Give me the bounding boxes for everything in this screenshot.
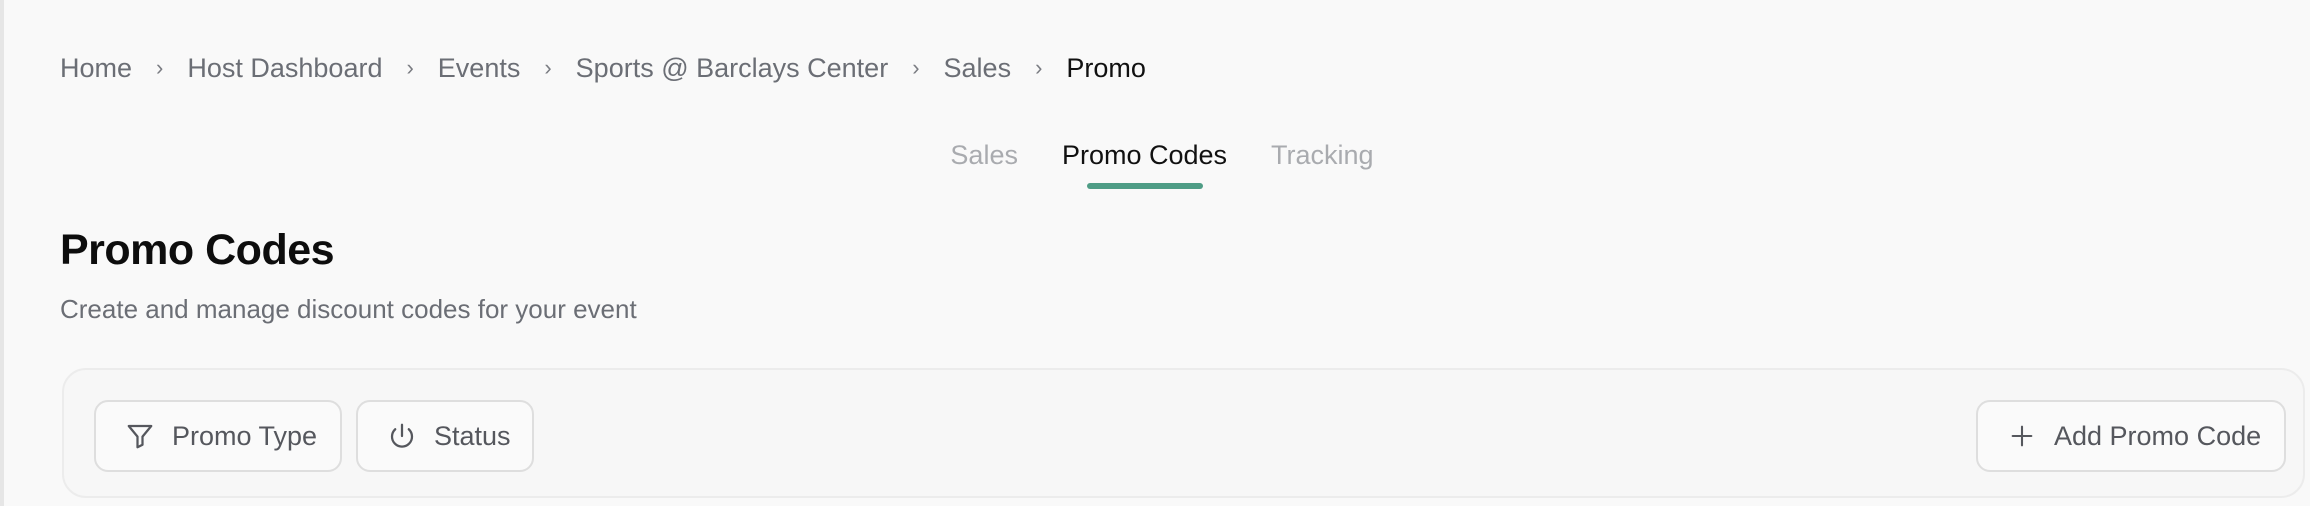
tab-tracking[interactable]: Tracking [1271, 135, 1374, 189]
chevron-right-icon: › [1035, 55, 1043, 80]
chevron-right-icon: › [912, 55, 920, 80]
promo-type-filter-button[interactable]: Promo Type [94, 400, 342, 472]
chevron-right-icon: › [406, 55, 414, 80]
promo-toolbar-panel: Promo Type Status Add Promo Code [62, 368, 2305, 498]
tab-promo-codes-label: Promo Codes [1061, 140, 1228, 170]
tab-tracking-label: Tracking [1271, 140, 1374, 170]
page-title: Promo Codes [60, 226, 335, 274]
tab-bar: Sales Promo Codes Tracking [4, 135, 2310, 189]
plus-icon [2006, 420, 2038, 452]
chevron-right-icon: › [544, 55, 552, 80]
tab-sales-label: Sales [950, 140, 1018, 170]
active-tab-indicator [1086, 183, 1203, 189]
breadcrumb-sales[interactable]: Sales [944, 48, 1012, 88]
breadcrumb-events[interactable]: Events [438, 48, 521, 88]
chevron-right-icon: › [156, 55, 164, 80]
page: Home › Host Dashboard › Events › Sports … [0, 0, 2310, 506]
breadcrumb-host-dashboard[interactable]: Host Dashboard [187, 48, 382, 88]
power-icon [386, 420, 418, 452]
breadcrumb-home[interactable]: Home [60, 48, 132, 88]
page-subtitle: Create and manage discount codes for you… [60, 294, 637, 324]
add-promo-code-button[interactable]: Add Promo Code [1976, 400, 2286, 472]
filter-icon [124, 420, 156, 452]
status-label: Status [434, 420, 511, 451]
tab-promo-codes[interactable]: Promo Codes [1062, 135, 1227, 189]
tab-list: Sales Promo Codes Tracking [950, 135, 1374, 189]
breadcrumb-event[interactable]: Sports @ Barclays Center [576, 48, 889, 88]
tab-sales[interactable]: Sales [950, 135, 1018, 189]
add-promo-code-label: Add Promo Code [2054, 420, 2262, 451]
status-filter-button[interactable]: Status [356, 400, 534, 472]
breadcrumb-promo: Promo [1066, 53, 1146, 83]
promo-type-label: Promo Type [172, 420, 318, 451]
breadcrumb: Home › Host Dashboard › Events › Sports … [60, 48, 1146, 88]
